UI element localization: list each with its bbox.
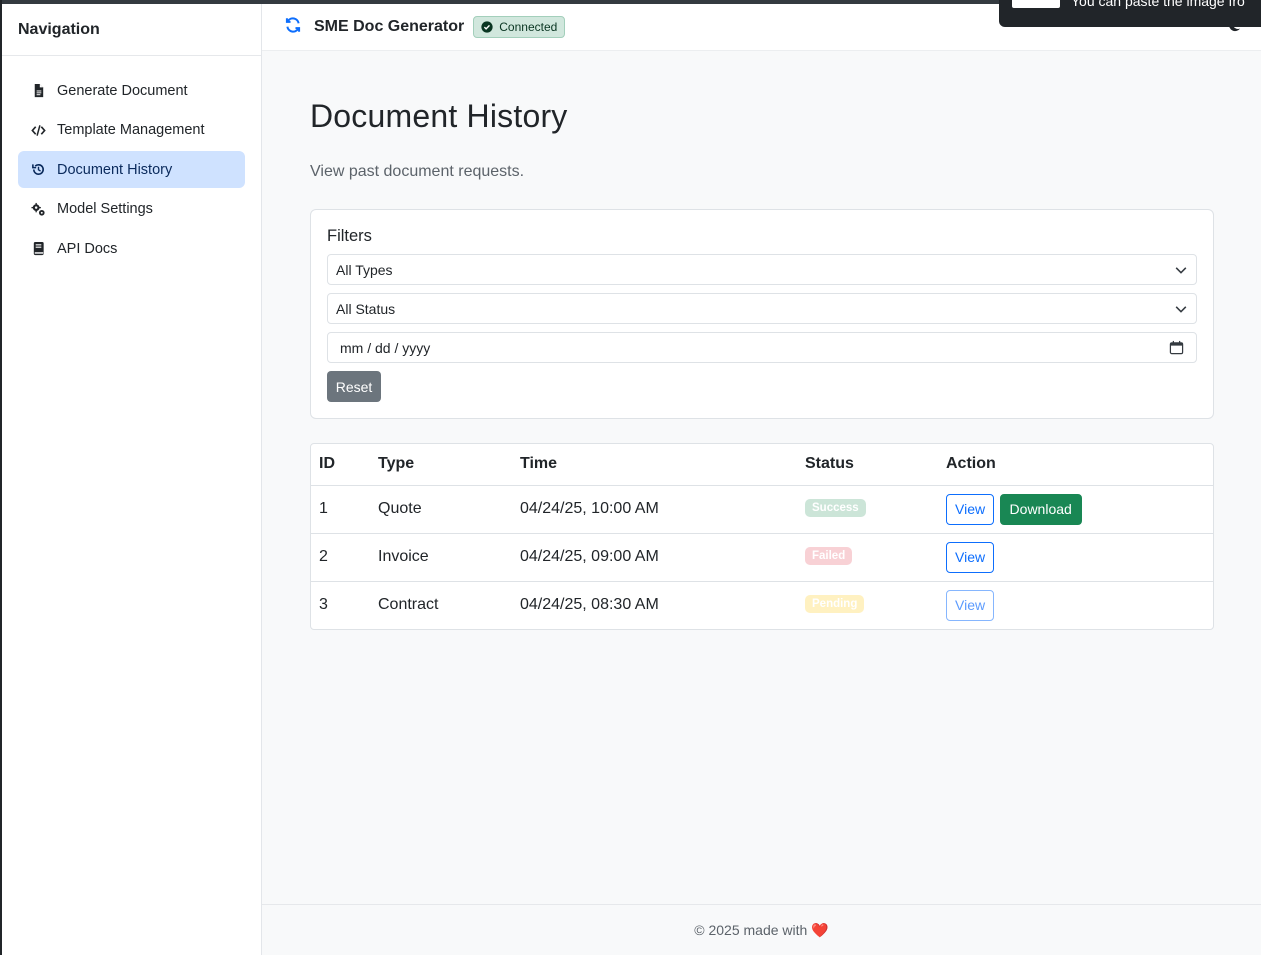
window-left-edge (0, 0, 2, 955)
view-button[interactable]: View (946, 541, 995, 573)
sidebar-item-document-history[interactable]: Document History (18, 151, 245, 188)
book-icon (30, 241, 46, 257)
status-badge: Failed (805, 546, 853, 565)
app-title: SME Doc Generator (314, 18, 465, 35)
history-icon (30, 162, 46, 178)
date-filter-placeholder: mm / dd / yyyy (340, 339, 431, 356)
column-header-time: Time (512, 444, 797, 486)
sidebar-title: Navigation (2, 4, 261, 56)
check-circle-icon (481, 21, 493, 33)
cell-id: 2 (311, 533, 370, 582)
view-button[interactable]: View (946, 493, 995, 525)
column-header-id: ID (311, 444, 370, 486)
column-header-type: Type (370, 444, 512, 486)
table-row: 3 Contract 04/24/25, 08:30 AM Pending Vi… (311, 581, 1213, 629)
column-header-action: Action (938, 444, 1213, 486)
table-row: 2 Invoice 04/24/25, 09:00 AM Failed View (311, 533, 1213, 582)
footer: © 2025 made with ❤️ (262, 904, 1261, 955)
page-description: View past document requests. (310, 163, 525, 180)
cell-status: Success (797, 485, 938, 534)
chevron-down-icon (1175, 305, 1187, 313)
history-table: ID Type Time Status Action 1 Quote 04/24… (311, 444, 1213, 629)
column-header-status: Status (797, 444, 938, 486)
status-filter-select[interactable]: All Status (327, 293, 1197, 324)
sidebar-item-api-docs[interactable]: API Docs (18, 230, 245, 267)
download-button[interactable]: Download (999, 493, 1082, 525)
code-icon (30, 122, 46, 138)
sidebar-item-label: Template Management (57, 122, 205, 138)
view-button[interactable]: View (946, 589, 995, 621)
toast-message: You can paste the image fro (1071, 0, 1245, 9)
main-content: Document History View past document requ… (262, 51, 1261, 904)
paste-toast: You can paste the image fro (999, 0, 1261, 27)
sidebar-nav: Generate Document Template Management Do… (2, 56, 261, 286)
type-filter-select[interactable]: All Types (327, 254, 1197, 285)
connection-status-badge: Connected (473, 16, 566, 38)
cell-id: 1 (311, 485, 370, 534)
table-header-row: ID Type Time Status Action (311, 444, 1213, 486)
file-icon (30, 83, 46, 99)
status-badge: Pending (805, 594, 865, 613)
cell-time: 04/24/25, 09:00 AM (512, 533, 797, 582)
cell-action: View (938, 533, 1213, 582)
sidebar-item-label: Model Settings (57, 201, 153, 217)
filters-title: Filters (327, 227, 372, 245)
cell-status: Failed (797, 533, 938, 582)
sync-icon[interactable] (284, 16, 302, 39)
heart-icon: ❤️ (811, 921, 829, 938)
cell-type: Quote (370, 485, 512, 534)
page-title: Document History (310, 98, 568, 134)
sidebar-item-generate-document[interactable]: Generate Document (18, 72, 245, 109)
cell-type: Invoice (370, 533, 512, 582)
table-row: 1 Quote 04/24/25, 10:00 AM Success View … (311, 485, 1213, 534)
sidebar-item-model-settings[interactable]: Model Settings (18, 191, 245, 228)
connection-status-label: Connected (499, 20, 558, 34)
sidebar: Navigation Generate Document Template Ma… (2, 4, 262, 955)
sidebar-item-template-management[interactable]: Template Management (18, 112, 245, 149)
sidebar-item-label: Generate Document (57, 82, 188, 99)
calendar-icon[interactable] (1169, 340, 1184, 355)
cell-id: 3 (319, 596, 328, 614)
gears-icon (30, 201, 46, 217)
cell-time: 04/24/25, 10:00 AM (512, 485, 797, 534)
cell-status: Pending (797, 581, 938, 629)
history-table-card: ID Type Time Status Action 1 Quote 04/24… (310, 443, 1214, 630)
footer-text: © 2025 made with (694, 922, 808, 938)
sidebar-item-label: Document History (57, 161, 173, 178)
cell-action: View (938, 581, 1213, 629)
type-filter-value: All Types (336, 261, 393, 278)
cell-type: Contract (378, 596, 439, 614)
date-filter-input[interactable]: mm / dd / yyyy (327, 332, 1197, 363)
cell-action: View Download (938, 485, 1213, 534)
sidebar-item-label: API Docs (57, 240, 118, 257)
toast-thumbnail (1012, 0, 1060, 8)
filters-card: Filters All Types All Status mm / dd / y… (310, 209, 1214, 419)
status-badge: Success (805, 498, 866, 517)
chevron-down-icon (1175, 266, 1187, 274)
cell-time: 04/24/25, 08:30 AM (520, 596, 659, 614)
status-filter-value: All Status (336, 300, 396, 317)
reset-button[interactable]: Reset (327, 371, 381, 402)
